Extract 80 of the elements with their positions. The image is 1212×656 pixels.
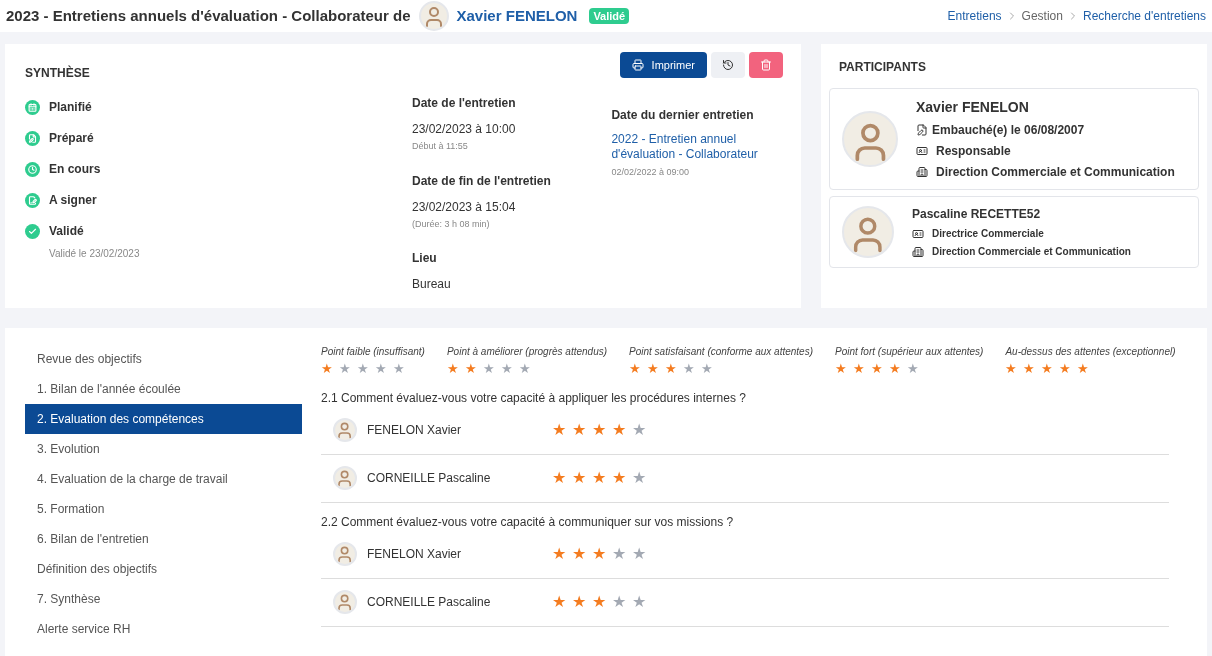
participant-name: Pascaline RECETTE52	[912, 206, 1042, 223]
avatar	[842, 206, 894, 258]
star-rating: ★ ★ ★ ★ ★	[552, 592, 646, 612]
rating-legend-label: Point faible (insuffisant)	[321, 345, 425, 359]
printer-icon	[631, 59, 644, 71]
step-label: Préparé	[49, 130, 94, 147]
date-note: (Durée: 3 h 08 min)	[411, 217, 491, 231]
question-text: 2.2 Comment évaluez-vous votre capacité à communiquer sur vos missions ?	[321, 513, 735, 531]
date-value: 23/02/2023 à 10:00	[411, 121, 517, 138]
question-text: 2.1 Comment évaluez-vous votre capacité à appliquer les procédures internes ?	[321, 389, 747, 407]
section-nav-item[interactable]: Revue des objectifs	[25, 344, 302, 374]
history-button[interactable]	[711, 52, 745, 78]
date-label: Date de l'entretien	[411, 95, 517, 112]
date-value: 23/02/2023 à 15:04	[411, 198, 517, 216]
star-rating: ★ ★ ★ ★ ★	[835, 360, 920, 378]
section-nav-item[interactable]: 3. Evolution	[25, 434, 302, 464]
date-note: 02/02/2022 à 09:00	[611, 166, 690, 179]
rater-name: FENELON Xavier	[367, 546, 463, 563]
delete-button[interactable]	[749, 52, 783, 78]
print-button[interactable]: Imprimer	[619, 52, 707, 78]
breadcrumb-link[interactable]: Entretiens	[947, 7, 1002, 25]
step-note: Validé le 23/02/2023	[49, 247, 141, 261]
section-nav-item[interactable]: 7. Synthèse	[25, 584, 302, 614]
document-icon	[916, 124, 928, 136]
section-nav-item[interactable]: 4. Evaluation de la charge de travail	[25, 464, 302, 494]
date-note: Début à 11:55	[411, 140, 469, 153]
avatar	[333, 466, 357, 490]
interview-link[interactable]: 2022 - Entretien annuel d'évaluation - Collaborateur	[611, 132, 781, 162]
avatar	[418, 1, 449, 31]
job-title: Directrice Commerciale	[932, 227, 1044, 241]
star-rating: ★ ★ ★ ★ ★	[629, 360, 715, 378]
star-rating: ★ ★ ★ ★ ★	[552, 420, 646, 440]
id-card-icon	[912, 227, 924, 240]
section-nav-item[interactable]: 1. Bilan de l'année écoulée	[25, 374, 302, 404]
date-value: Bureau	[411, 276, 452, 293]
section-nav-item[interactable]: 6. Bilan de l'entretien	[25, 524, 302, 554]
step-label: En cours	[49, 161, 101, 178]
participant-name: Xavier FENELON	[916, 98, 1030, 117]
building-icon	[912, 245, 924, 258]
section-title: PARTICIPANTS	[839, 59, 927, 76]
date-label: Lieu	[411, 250, 438, 267]
rater-name: FENELON Xavier	[367, 422, 463, 439]
trash-icon	[760, 59, 772, 71]
avatar	[333, 542, 357, 566]
step-label: A signer	[49, 192, 97, 209]
person-name: Xavier FENELON	[456, 5, 578, 26]
star-rating: ★ ★ ★ ★ ★	[446, 360, 532, 378]
star-rating: ★ ★ ★ ★ ★	[552, 544, 646, 564]
step-label: Validé	[49, 223, 84, 240]
section-nav-item[interactable]: 5. Formation	[25, 494, 302, 524]
breadcrumb-link[interactable]: Recherche d'entretiens	[1082, 7, 1206, 25]
department: Direction Commerciale et Communication	[932, 245, 1131, 259]
section-title: SYNTHÈSE	[25, 64, 91, 82]
id-card-icon	[916, 145, 928, 157]
section-nav-item[interactable]: Définition des objectifs	[25, 554, 302, 584]
rating-legend-label: Point à améliorer (progrès attendus)	[446, 345, 608, 359]
step-label: Planifié	[49, 99, 92, 116]
section-nav-item[interactable]: 2. Evaluation des compétences	[25, 404, 302, 434]
avatar	[842, 111, 898, 167]
rating-legend-label: Au-dessus des attentes (exceptionnel)	[1005, 345, 1176, 359]
avatar	[333, 418, 357, 442]
department: Direction Commerciale et Communication	[936, 164, 1175, 181]
building-icon	[916, 166, 928, 178]
hire-date: Embauché(e) le 06/08/2007	[932, 122, 1085, 139]
avatar	[333, 590, 357, 614]
star-rating: ★ ★ ★ ★ ★	[1005, 360, 1091, 378]
rating-legend-label: Point satisfaisant (conforme aux attentes)	[629, 345, 813, 359]
breadcrumb-link[interactable]: Gestion	[1021, 7, 1063, 25]
star-rating: ★ ★ ★ ★ ★	[321, 360, 406, 378]
page-title: 2023 - Entretiens annuels d'évaluation - Collaborateur de	[6, 5, 411, 26]
rater-name: CORNEILLE Pascaline	[367, 594, 492, 611]
history-icon	[722, 59, 734, 71]
star-rating: ★ ★ ★ ★ ★	[552, 468, 646, 488]
rating-legend-label: Point fort (supérieur aux attentes)	[835, 345, 984, 359]
status-badge: Validé	[589, 7, 630, 25]
job-title: Responsable	[936, 143, 1011, 160]
date-label: Date de fin de l'entretien	[411, 172, 552, 190]
section-nav-item[interactable]: Alerte service RH	[25, 614, 302, 644]
date-label: Date du dernier entretien	[611, 107, 755, 124]
rater-name: CORNEILLE Pascaline	[367, 470, 492, 487]
